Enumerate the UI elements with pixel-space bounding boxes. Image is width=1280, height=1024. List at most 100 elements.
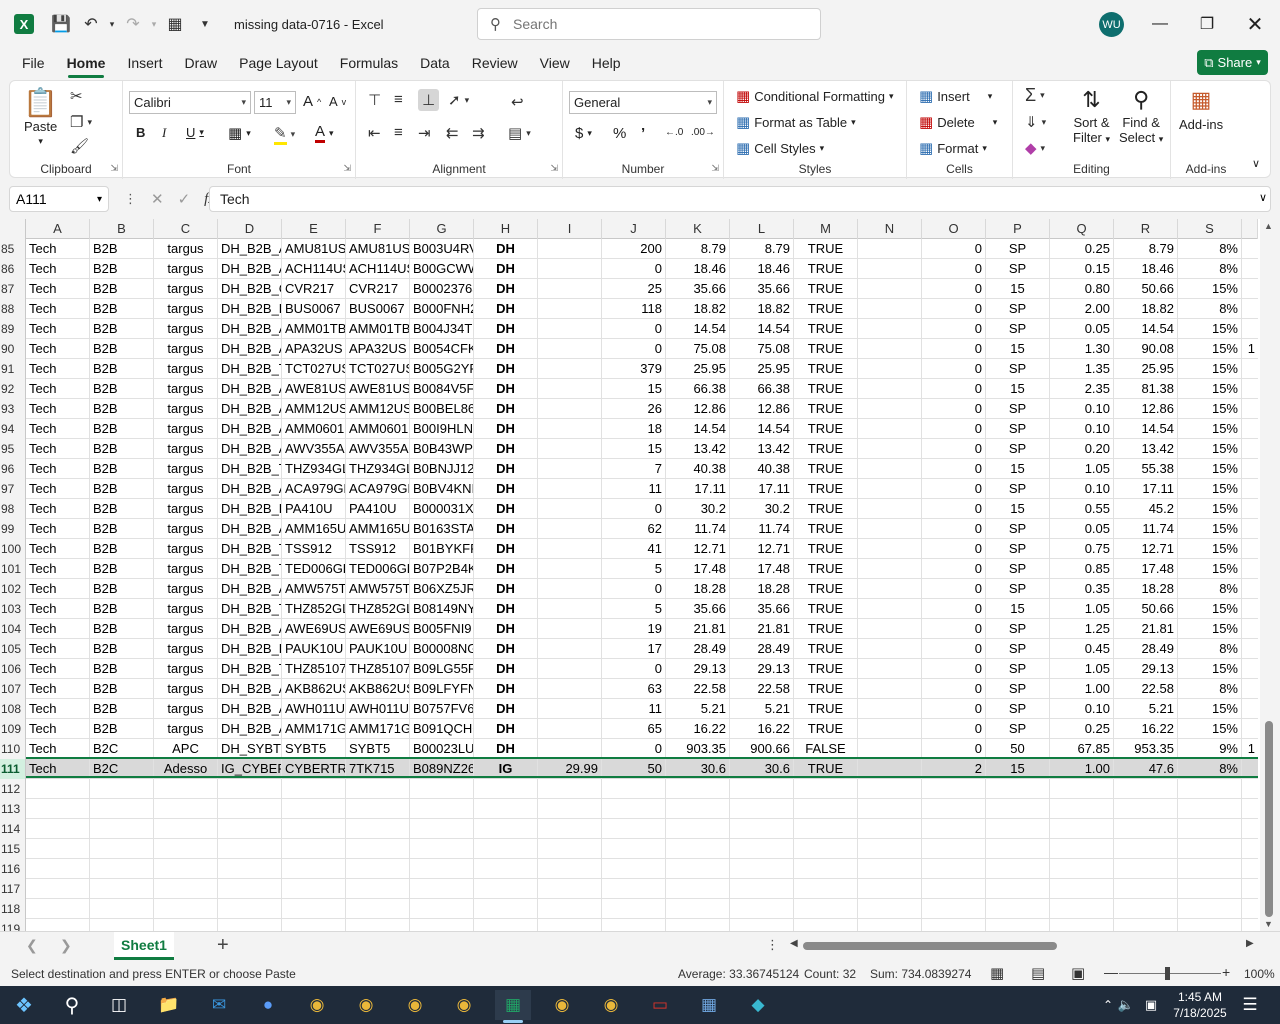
cell-r88[interactable]: 18.82: [1114, 299, 1178, 319]
cell-s106[interactable]: 15%: [1178, 659, 1242, 679]
cell-n86[interactable]: [858, 259, 922, 279]
format-painter-icon[interactable]: 🖌: [70, 137, 89, 155]
taskbar-search-icon[interactable]: ⚲: [54, 990, 90, 1020]
cell-s96[interactable]: 15%: [1178, 459, 1242, 479]
cell-f85[interactable]: AMU81US: [346, 239, 410, 259]
cell-p111[interactable]: 15: [986, 759, 1050, 779]
cell-h107[interactable]: DH: [474, 679, 538, 699]
cell-k109[interactable]: 16.22: [666, 719, 730, 739]
column-header-h[interactable]: H: [474, 219, 538, 239]
cell-m96[interactable]: TRUE: [794, 459, 858, 479]
cell-d99[interactable]: DH_B2B_A: [218, 519, 282, 539]
cell-a118[interactable]: [26, 899, 90, 919]
cell-k111[interactable]: 30.6: [666, 759, 730, 779]
cell-j106[interactable]: 0: [602, 659, 666, 679]
cell-a90[interactable]: Tech: [26, 339, 90, 359]
cell-o86[interactable]: 0: [922, 259, 986, 279]
row-header[interactable]: 119: [0, 919, 26, 931]
restore-icon[interactable]: ❐: [1184, 0, 1230, 48]
cell-k91[interactable]: 25.95: [666, 359, 730, 379]
cell-e85[interactable]: AMU81US: [282, 239, 346, 259]
cell-s90[interactable]: 15%: [1178, 339, 1242, 359]
cell-s109[interactable]: 15%: [1178, 719, 1242, 739]
cell-g95[interactable]: B0B43WP: [410, 439, 474, 459]
cell-g111[interactable]: B089NZ26: [410, 759, 474, 779]
cell-p105[interactable]: SP: [986, 639, 1050, 659]
chrome-profile-5-icon[interactable]: ◉: [544, 990, 580, 1020]
cell-l91[interactable]: 25.95: [730, 359, 794, 379]
cell-r97[interactable]: 17.11: [1114, 479, 1178, 499]
cell-j110[interactable]: 0: [602, 739, 666, 759]
cell-g105[interactable]: B00008NG: [410, 639, 474, 659]
cell-s93[interactable]: 15%: [1178, 399, 1242, 419]
cell-c118[interactable]: [154, 899, 218, 919]
row-header[interactable]: 102: [0, 579, 26, 599]
cell-i113[interactable]: [538, 799, 602, 819]
cell-c85[interactable]: targus: [154, 239, 218, 259]
cell-i88[interactable]: [538, 299, 602, 319]
wrap-text-icon[interactable]: ↩: [511, 93, 524, 111]
cell-g97[interactable]: B0BV4KNI: [410, 479, 474, 499]
cell-p104[interactable]: SP: [986, 619, 1050, 639]
cell-g112[interactable]: [410, 779, 474, 799]
cell-c105[interactable]: targus: [154, 639, 218, 659]
cell-i110[interactable]: [538, 739, 602, 759]
page-break-view-icon[interactable]: ▣: [1071, 964, 1085, 982]
cell-l112[interactable]: [730, 779, 794, 799]
cell-m117[interactable]: [794, 879, 858, 899]
cell-c97[interactable]: targus: [154, 479, 218, 499]
cell-j107[interactable]: 63: [602, 679, 666, 699]
cell-s112[interactable]: [1178, 779, 1242, 799]
cell-b110[interactable]: B2C: [90, 739, 154, 759]
cell-i97[interactable]: [538, 479, 602, 499]
cell-d113[interactable]: [218, 799, 282, 819]
cell-l92[interactable]: 66.38: [730, 379, 794, 399]
cell-p100[interactable]: SP: [986, 539, 1050, 559]
cell-j88[interactable]: 118: [602, 299, 666, 319]
cell-n107[interactable]: [858, 679, 922, 699]
column-header-m[interactable]: M: [794, 219, 858, 239]
cell-q101[interactable]: 0.85: [1050, 559, 1114, 579]
cell-a107[interactable]: Tech: [26, 679, 90, 699]
cell-q104[interactable]: 1.25: [1050, 619, 1114, 639]
cell-h106[interactable]: DH: [474, 659, 538, 679]
cell-a106[interactable]: Tech: [26, 659, 90, 679]
cell-e98[interactable]: PA410U: [282, 499, 346, 519]
cell-r95[interactable]: 13.42: [1114, 439, 1178, 459]
cell-a95[interactable]: Tech: [26, 439, 90, 459]
undo-icon[interactable]: ↶: [76, 9, 106, 39]
cell-q95[interactable]: 0.20: [1050, 439, 1114, 459]
cell-p103[interactable]: 15: [986, 599, 1050, 619]
font-name-select[interactable]: Calibri ▾: [129, 91, 251, 114]
cell-b108[interactable]: B2B: [90, 699, 154, 719]
cell-f111[interactable]: 7TK715: [346, 759, 410, 779]
cell-c98[interactable]: targus: [154, 499, 218, 519]
cell-d115[interactable]: [218, 839, 282, 859]
cell-p88[interactable]: SP: [986, 299, 1050, 319]
cell-l99[interactable]: 11.74: [730, 519, 794, 539]
cell-l116[interactable]: [730, 859, 794, 879]
row-header[interactable]: 85: [0, 239, 26, 259]
row-header[interactable]: 118: [0, 899, 26, 919]
cell-d100[interactable]: DH_B2B_T: [218, 539, 282, 559]
cell-r109[interactable]: 16.22: [1114, 719, 1178, 739]
comma-icon[interactable]: ’: [641, 125, 645, 142]
cell-s85[interactable]: 8%: [1178, 239, 1242, 259]
cell-e99[interactable]: AMM165U: [282, 519, 346, 539]
cell-k89[interactable]: 14.54: [666, 319, 730, 339]
cell-j87[interactable]: 25: [602, 279, 666, 299]
cell-k106[interactable]: 29.13: [666, 659, 730, 679]
percent-icon[interactable]: %: [613, 125, 626, 142]
cell-c116[interactable]: [154, 859, 218, 879]
cell-i96[interactable]: [538, 459, 602, 479]
cell-n111[interactable]: [858, 759, 922, 779]
cell-e118[interactable]: [282, 899, 346, 919]
cell-e107[interactable]: AKB862US: [282, 679, 346, 699]
cell-r104[interactable]: 21.81: [1114, 619, 1178, 639]
cell-m110[interactable]: FALSE: [794, 739, 858, 759]
cell-s104[interactable]: 15%: [1178, 619, 1242, 639]
normal-view-icon[interactable]: ▦: [990, 964, 1004, 982]
cell-k104[interactable]: 21.81: [666, 619, 730, 639]
cell-q109[interactable]: 0.25: [1050, 719, 1114, 739]
cell-r98[interactable]: 45.2: [1114, 499, 1178, 519]
